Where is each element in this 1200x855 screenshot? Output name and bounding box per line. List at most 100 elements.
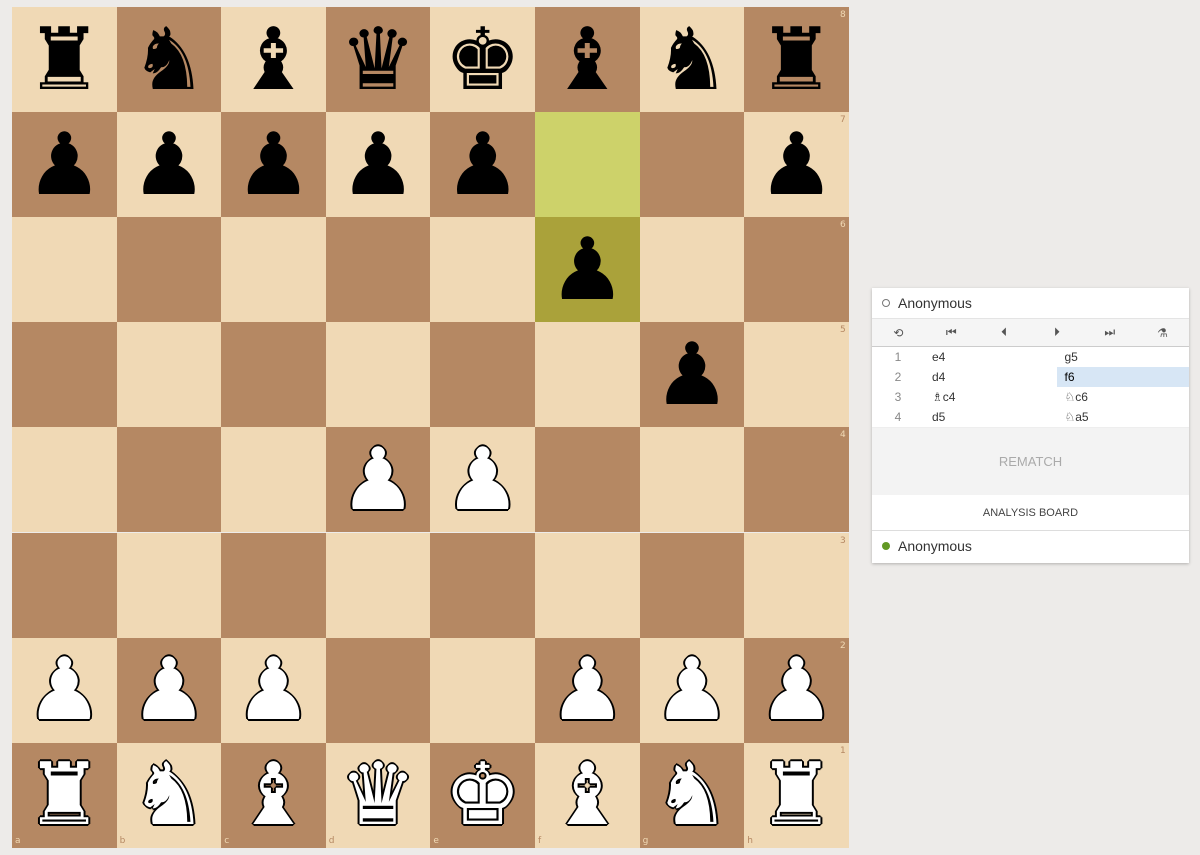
square-g4[interactable]	[639, 427, 745, 533]
white-knight-icon[interactable]: ♞	[130, 752, 207, 838]
rematch-button[interactable]: REMATCH	[872, 427, 1189, 495]
square-g1[interactable]: ♞ g	[639, 742, 745, 848]
square-b5[interactable]	[116, 322, 222, 428]
square-g7[interactable]	[639, 112, 745, 218]
square-e3[interactable]	[430, 532, 535, 638]
square-f1[interactable]: ♝ f	[535, 742, 640, 848]
black-move[interactable]: ♘c6	[1056, 387, 1189, 407]
black-pawn-icon[interactable]: ♟	[130, 122, 207, 208]
black-move-active[interactable]: f6	[1056, 367, 1189, 387]
black-rook-icon[interactable]: ♜	[26, 17, 103, 103]
square-f2[interactable]: ♟	[535, 637, 640, 743]
square-a7[interactable]: ♟	[12, 112, 117, 218]
square-a3[interactable]	[12, 532, 117, 638]
square-d3[interactable]	[325, 532, 431, 638]
square-d6[interactable]	[325, 217, 431, 323]
chess-board[interactable]: ♜ ♞ ♝ ♛ ♚ ♝ ♞ ♜ 8 ♟ ♟ ♟ ♟ ♟ ♟ 7 ♟ 6 ♟ 5 ♟ ♟ 4 3 ♟ ♟ ♟ ♟ ♟ ♟ 2 ♜ a ♞ b ♝ c ♛ d ♚…	[12, 7, 849, 848]
white-bishop-icon[interactable]: ♝	[235, 752, 312, 838]
next-move-icon[interactable]: ⏵	[1030, 319, 1083, 346]
square-h4[interactable]: 4	[744, 427, 849, 533]
black-move[interactable]: ♘a5	[1056, 407, 1189, 427]
square-a8[interactable]: ♜	[12, 7, 117, 113]
square-b2[interactable]: ♟	[116, 637, 222, 743]
square-a6[interactable]	[12, 217, 117, 323]
black-pawn-icon[interactable]: ♟	[653, 332, 730, 418]
square-a4[interactable]	[12, 427, 117, 533]
white-pawn-icon[interactable]: ♟	[444, 437, 521, 523]
square-b1[interactable]: ♞ b	[116, 742, 222, 848]
square-b7[interactable]: ♟	[116, 112, 222, 218]
white-pawn-icon[interactable]: ♟	[26, 647, 103, 733]
black-move[interactable]: g5	[1056, 347, 1189, 367]
white-knight-icon[interactable]: ♞	[653, 752, 730, 838]
square-e2[interactable]	[430, 637, 535, 743]
square-e4[interactable]: ♟	[430, 427, 535, 533]
bottom-player[interactable]: Anonymous	[872, 531, 1189, 561]
square-c7[interactable]: ♟	[221, 112, 326, 218]
square-c5[interactable]	[221, 322, 326, 428]
square-b8[interactable]: ♞	[116, 7, 222, 113]
square-g5[interactable]: ♟	[639, 322, 745, 428]
square-e5[interactable]	[430, 322, 535, 428]
analysis-icon[interactable]: ⚗	[1136, 319, 1189, 346]
white-move[interactable]: ♗c4	[924, 387, 1057, 407]
square-f4[interactable]	[535, 427, 640, 533]
black-rook-icon[interactable]: ♜	[758, 17, 835, 103]
square-g2[interactable]: ♟	[639, 637, 745, 743]
square-e7[interactable]: ♟	[430, 112, 535, 218]
square-c8[interactable]: ♝	[221, 7, 326, 113]
square-e8[interactable]: ♚	[430, 7, 535, 113]
square-h1[interactable]: ♜ 1 h	[744, 742, 849, 848]
square-h8[interactable]: ♜ 8	[744, 7, 849, 113]
square-e1[interactable]: ♚ e	[430, 742, 535, 848]
square-h2[interactable]: ♟ 2	[744, 637, 849, 743]
square-g6[interactable]	[639, 217, 745, 323]
white-pawn-icon[interactable]: ♟	[340, 437, 417, 523]
square-f6[interactable]: ♟	[535, 217, 640, 323]
square-e6[interactable]	[430, 217, 535, 323]
square-h3[interactable]: 3	[744, 532, 849, 638]
square-c6[interactable]	[221, 217, 326, 323]
black-knight-icon[interactable]: ♞	[130, 17, 207, 103]
first-move-icon[interactable]: ⏮	[925, 319, 978, 346]
black-knight-icon[interactable]: ♞	[653, 17, 730, 103]
square-b6[interactable]	[116, 217, 222, 323]
black-bishop-icon[interactable]: ♝	[549, 17, 626, 103]
square-b4[interactable]	[116, 427, 222, 533]
black-pawn-icon[interactable]: ♟	[758, 122, 835, 208]
black-pawn-icon[interactable]: ♟	[26, 122, 103, 208]
square-c2[interactable]: ♟	[221, 637, 326, 743]
black-pawn-icon[interactable]: ♟	[549, 227, 626, 313]
square-f8[interactable]: ♝	[535, 7, 640, 113]
square-a2[interactable]: ♟	[12, 637, 117, 743]
white-rook-icon[interactable]: ♜	[758, 752, 835, 838]
white-pawn-icon[interactable]: ♟	[653, 647, 730, 733]
white-pawn-icon[interactable]: ♟	[758, 647, 835, 733]
square-d2[interactable]	[325, 637, 431, 743]
white-king-icon[interactable]: ♚	[444, 752, 521, 838]
square-c3[interactable]	[221, 532, 326, 638]
square-g3[interactable]	[639, 532, 745, 638]
square-d1[interactable]: ♛ d	[325, 742, 431, 848]
square-f5[interactable]	[535, 322, 640, 428]
black-king-icon[interactable]: ♚	[444, 17, 521, 103]
white-pawn-icon[interactable]: ♟	[235, 647, 312, 733]
white-move[interactable]: d4	[924, 367, 1057, 387]
square-a5[interactable]	[12, 322, 117, 428]
square-c4[interactable]	[221, 427, 326, 533]
white-pawn-icon[interactable]: ♟	[130, 647, 207, 733]
white-queen-icon[interactable]: ♛	[340, 752, 417, 838]
square-d8[interactable]: ♛	[325, 7, 431, 113]
last-move-icon[interactable]: ⏭	[1083, 319, 1136, 346]
square-a1[interactable]: ♜ a	[12, 742, 117, 848]
white-rook-icon[interactable]: ♜	[26, 752, 103, 838]
square-f3[interactable]	[535, 532, 640, 638]
black-pawn-icon[interactable]: ♟	[340, 122, 417, 208]
square-c1[interactable]: ♝ c	[221, 742, 326, 848]
top-player[interactable]: Anonymous	[872, 288, 1189, 318]
black-queen-icon[interactable]: ♛	[340, 17, 417, 103]
square-f7[interactable]	[535, 112, 640, 218]
analysis-board-button[interactable]: ANALYSIS BOARD	[872, 495, 1189, 531]
white-move[interactable]: e4	[924, 347, 1057, 367]
square-g8[interactable]: ♞	[639, 7, 745, 113]
